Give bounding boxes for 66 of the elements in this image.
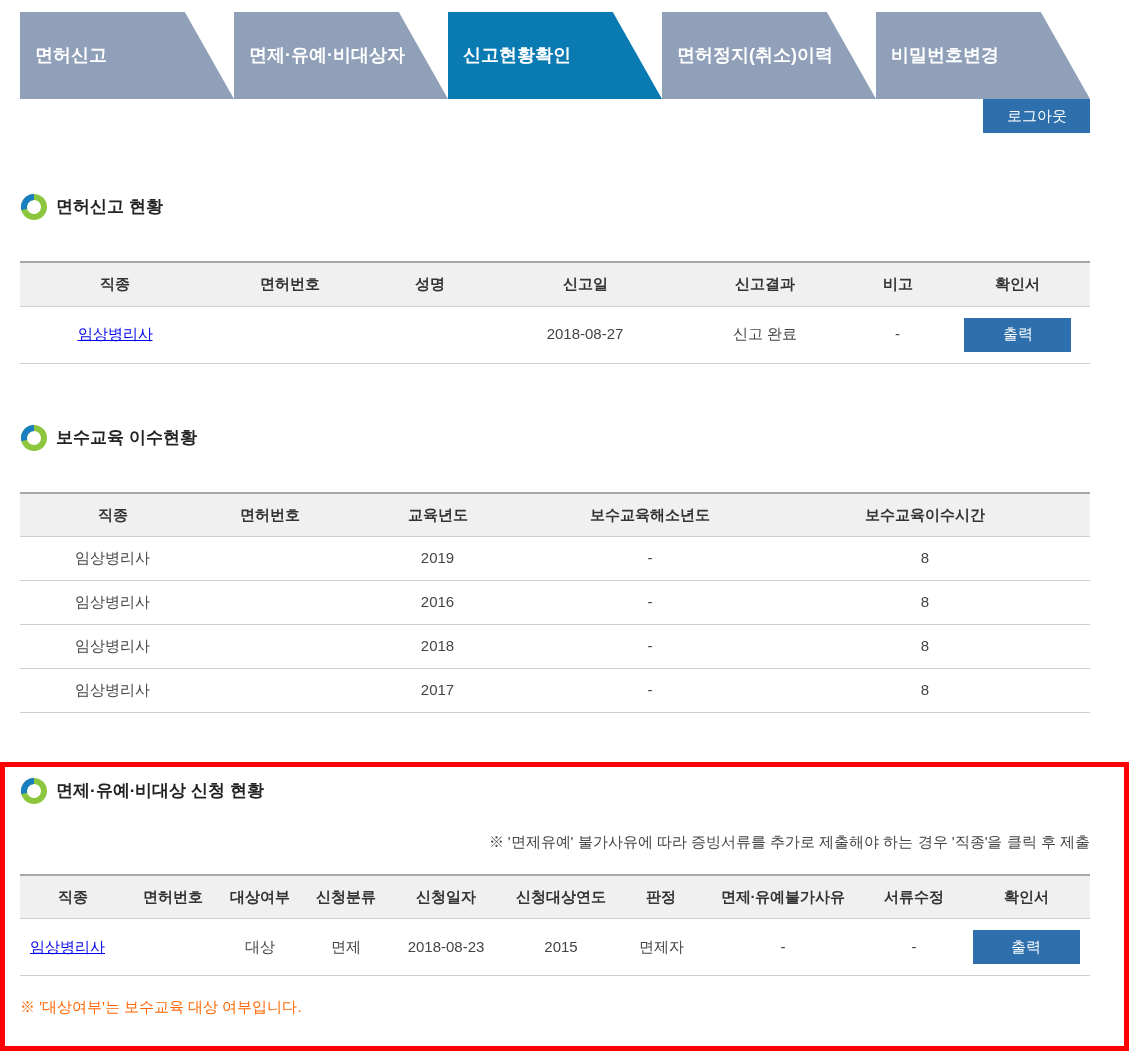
- ring-logo-icon: [20, 193, 48, 221]
- column-header: 서류수정: [884, 887, 944, 905]
- table-cell: 임상병리사: [75, 593, 150, 611]
- logout-button[interactable]: 로그아웃: [983, 99, 1090, 133]
- column-header: 비고: [882, 275, 913, 292]
- column-header: 신청일자: [416, 887, 476, 905]
- table-cell: 면제자: [638, 937, 684, 955]
- table-cell: -: [647, 549, 653, 567]
- table-cell: -: [647, 681, 653, 699]
- column-header: 성명: [415, 275, 445, 292]
- column-header: 면제·유예불가사유: [720, 887, 846, 905]
- column-header: 신고일: [562, 275, 608, 292]
- nav-tab[interactable]: 면허신고: [20, 12, 234, 99]
- table-cell: 2018: [420, 637, 455, 655]
- section-title: 면제·유예·비대상 신청 현황: [56, 780, 264, 803]
- table-cell: -: [647, 637, 653, 655]
- table-cell: 8: [920, 549, 930, 567]
- table-cell: 면제: [331, 937, 361, 955]
- table-cell: -: [895, 325, 900, 343]
- column-header: 신청분류: [316, 887, 376, 905]
- column-header: 신청대상연도: [516, 887, 606, 905]
- column-header: 대상여부: [230, 887, 290, 905]
- column-header: 직종: [57, 887, 88, 905]
- column-header: 확인서: [1003, 887, 1049, 905]
- ring-logo-icon: [20, 423, 48, 452]
- table-cell: 8: [920, 681, 930, 699]
- nav-tab[interactable]: 면제·유예·비대상자: [234, 12, 448, 99]
- table-cell: 신고 완료: [732, 325, 798, 343]
- column-header: 면허번호: [142, 887, 203, 905]
- occupation-link[interactable]: 임상병리사: [30, 937, 105, 955]
- column-header: 판정: [646, 887, 676, 905]
- section-title: 보수교육 이수현황: [56, 426, 197, 449]
- print-button[interactable]: 출력: [972, 930, 1080, 964]
- print-button[interactable]: 출력: [964, 317, 1071, 352]
- nav-tab[interactable]: 면허정지(취소)이력: [662, 12, 876, 99]
- nav-tab[interactable]: 비밀번호변경: [876, 12, 1090, 99]
- section-title: 면허신고 현황: [56, 196, 163, 219]
- footnote-text: ※ '대상여부'는 보수교육 대상 여부입니다.: [20, 997, 303, 1017]
- table-cell: 임상병리사: [75, 637, 150, 655]
- table-cell: 2018-08-27: [546, 325, 624, 343]
- table-cell: 대상: [245, 937, 275, 955]
- table-cell: 임상병리사: [75, 681, 150, 699]
- column-header: 면허번호: [260, 275, 320, 292]
- table-cell: 2018-08-23: [407, 937, 485, 955]
- table-cell: -: [780, 937, 786, 955]
- table-cell: 8: [920, 637, 930, 655]
- table-cell: 2019: [420, 549, 455, 567]
- column-header: 확인서: [995, 275, 1040, 292]
- column-header: 교육년도: [407, 505, 468, 523]
- table-cell: 임상병리사: [75, 549, 150, 567]
- column-header: 보수교육이수시간: [865, 505, 985, 523]
- column-header: 신고결과: [735, 275, 795, 292]
- table-cell: 8: [920, 593, 930, 611]
- nav-tab[interactable]: 신고현황확인: [448, 12, 662, 99]
- table-cell: 2015: [544, 937, 578, 955]
- ring-logo-icon: [20, 777, 48, 805]
- column-header: 보수교육해소년도: [590, 505, 710, 523]
- table-cell: 2016: [420, 593, 455, 611]
- column-header: 면허번호: [240, 505, 300, 523]
- column-header: 직종: [100, 275, 130, 292]
- occupation-link[interactable]: 임상병리사: [77, 325, 153, 343]
- table-cell: 2017: [420, 681, 455, 699]
- column-header: 직종: [97, 505, 128, 523]
- notice-text: ※ '면제유예' 불가사유에 따라 증빙서류를 추가로 제출해야 하는 경우 '직종'을 클릭 후 제출: [488, 832, 1090, 852]
- table-cell: -: [911, 937, 917, 955]
- table-cell: -: [647, 593, 653, 611]
